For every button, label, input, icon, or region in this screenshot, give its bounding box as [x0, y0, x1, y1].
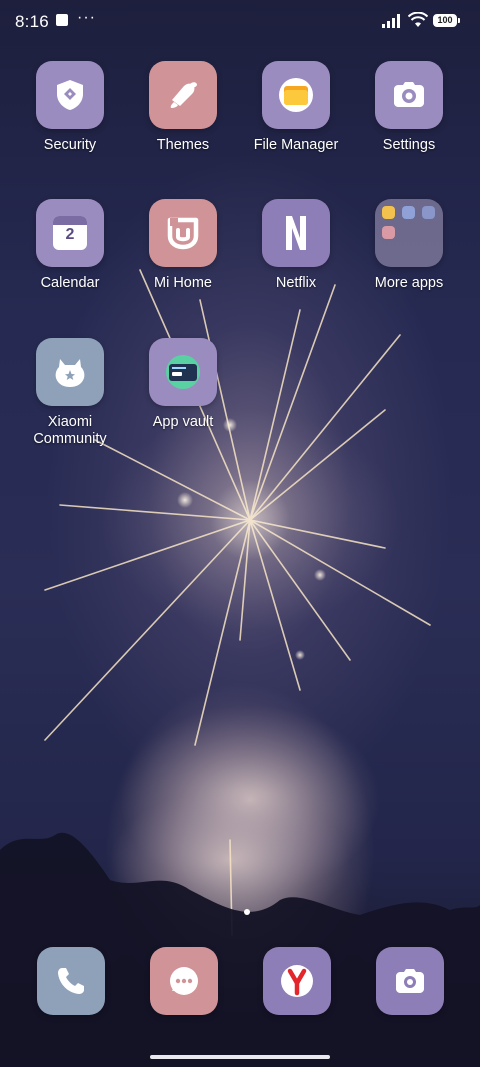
home-gesture-bar[interactable]	[150, 1055, 330, 1059]
app-label: Xiaomi Community	[15, 414, 125, 448]
app-label: File Manager	[253, 137, 339, 153]
home-screen: 8:16 ··· 100 Security Themes File Manage…	[0, 0, 480, 1067]
calendar-icon: 2	[36, 199, 104, 267]
dock-messages[interactable]	[150, 947, 218, 1015]
mi-home-icon	[149, 199, 217, 267]
camera-icon	[376, 947, 444, 1015]
app-calendar[interactable]: 2 Calendar	[15, 199, 125, 292]
dock-camera[interactable]	[376, 947, 444, 1015]
app-label: Settings	[382, 137, 436, 153]
app-label-line1: Xiaomi	[47, 414, 93, 430]
app-app-vault[interactable]: App vault	[128, 338, 238, 431]
status-time: 8:16	[15, 12, 49, 31]
folder-icon	[262, 61, 330, 129]
app-label-line2: Community	[33, 431, 107, 447]
netflix-logo-icon	[262, 199, 330, 267]
fireworks-wallpaper	[0, 269, 480, 1067]
mini-app-icon	[382, 226, 395, 239]
chat-bubble-icon	[150, 947, 218, 1015]
dock-phone[interactable]	[37, 947, 105, 1015]
app-label: Netflix	[275, 275, 317, 291]
folder-preview-icon	[375, 199, 443, 267]
notification-icon	[56, 14, 68, 26]
phone-icon	[37, 947, 105, 1015]
battery-icon: 100	[433, 14, 460, 27]
app-folder-more-apps[interactable]: More apps	[354, 199, 464, 292]
app-label: Security	[43, 137, 97, 153]
app-themes[interactable]: Themes	[128, 61, 238, 154]
app-label: More apps	[374, 275, 444, 291]
mini-app-icon	[422, 206, 435, 219]
app-security[interactable]: Security	[15, 61, 125, 154]
bunny-icon	[36, 338, 104, 406]
calendar-day: 2	[65, 226, 75, 243]
mini-app-icon	[382, 206, 395, 219]
dock-yandex-browser[interactable]	[263, 947, 331, 1015]
app-file-manager[interactable]: File Manager	[241, 61, 351, 154]
status-bar: 8:16 ··· 100	[0, 0, 480, 44]
mini-app-icon	[402, 206, 415, 219]
shield-icon	[36, 61, 104, 129]
app-label: App vault	[152, 414, 214, 430]
app-settings[interactable]: Settings	[354, 61, 464, 154]
page-indicator	[244, 909, 250, 915]
signal-icon	[382, 14, 400, 28]
yandex-browser-icon	[263, 947, 331, 1015]
app-label: Mi Home	[153, 275, 212, 291]
app-xiaomi-community[interactable]: Xiaomi Community	[15, 338, 125, 448]
app-netflix[interactable]: Netflix	[241, 199, 351, 292]
paint-brush-icon	[149, 61, 217, 129]
more-notifications-icon: ···	[77, 9, 96, 26]
card-icon	[149, 338, 217, 406]
camera-gear-icon	[375, 61, 443, 129]
app-label: Themes	[156, 137, 210, 153]
app-label: Calendar	[40, 275, 100, 291]
wifi-icon	[408, 12, 428, 27]
app-mi-home[interactable]: Mi Home	[128, 199, 238, 292]
